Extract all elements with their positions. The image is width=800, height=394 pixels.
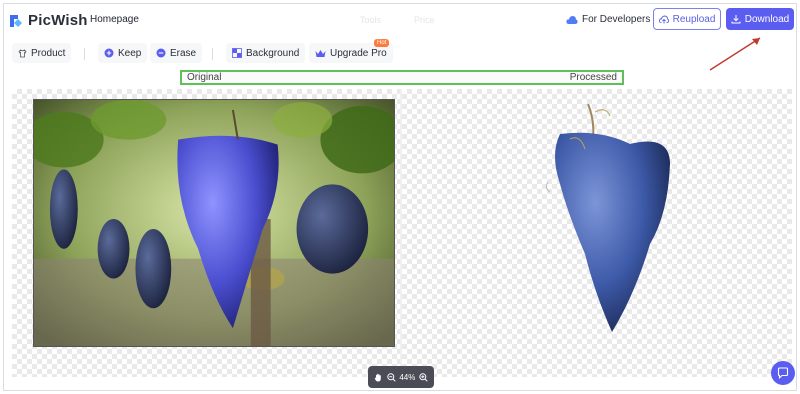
- product-tool[interactable]: Product: [12, 43, 72, 63]
- app-window: PicWish Homepage Tools Price For Develop…: [3, 3, 797, 391]
- zoom-controls: 44%: [368, 366, 434, 388]
- processed-cutout-image: [545, 104, 670, 332]
- download-label: Download: [744, 13, 790, 25]
- compare-labels-bar: Original Processed: [180, 70, 624, 85]
- chat-bubble-icon: [777, 367, 789, 379]
- download-button[interactable]: Download: [726, 8, 794, 30]
- background-tool[interactable]: Background: [226, 43, 306, 63]
- background-icon: [232, 48, 242, 58]
- for-developers-link[interactable]: For Developers: [566, 14, 650, 25]
- upgrade-pro-label: Upgrade Pro: [330, 47, 387, 59]
- chat-support-button[interactable]: [771, 361, 795, 385]
- hand-pan-icon[interactable]: [374, 373, 383, 382]
- brand-logo[interactable]: PicWish: [8, 12, 88, 29]
- original-label: Original: [187, 72, 222, 83]
- keep-plus-icon: [104, 48, 114, 58]
- compare-divider: [400, 89, 402, 377]
- crown-icon: [315, 49, 326, 57]
- top-nav: PicWish Homepage Tools Price For Develop…: [4, 4, 796, 38]
- zoom-out-icon[interactable]: [386, 372, 396, 382]
- picwish-logo-icon: [10, 14, 22, 27]
- reupload-button[interactable]: Reupload: [653, 8, 721, 30]
- keep-tool[interactable]: Keep: [98, 43, 148, 63]
- brand-name: PicWish: [28, 12, 88, 29]
- processed-label: Processed: [569, 72, 617, 83]
- nav-faded-item-1[interactable]: Tools: [360, 15, 381, 25]
- keep-label: Keep: [118, 47, 142, 59]
- nav-faded-item-2[interactable]: Price: [414, 15, 435, 25]
- edit-toolbar: Product Keep Erase Background Upgrade Pr…: [4, 38, 796, 68]
- erase-minus-icon: [156, 48, 166, 58]
- original-photo: [33, 99, 395, 347]
- download-icon: [731, 15, 741, 24]
- erase-label: Erase: [170, 47, 197, 59]
- zoom-in-icon[interactable]: [419, 372, 428, 382]
- hot-badge: Hot: [374, 39, 390, 47]
- toolbar-divider: [84, 48, 85, 60]
- reupload-label: Reupload: [672, 13, 716, 25]
- toolbar-divider: [212, 48, 213, 60]
- zoom-level: 44%: [399, 372, 416, 382]
- product-label: Product: [31, 47, 66, 59]
- nav-homepage-link[interactable]: Homepage: [90, 14, 139, 25]
- for-developers-label: For Developers: [582, 14, 651, 25]
- shirt-icon: [18, 48, 27, 57]
- erase-tool[interactable]: Erase: [150, 43, 203, 63]
- upload-cloud-icon: [658, 15, 669, 23]
- background-label: Background: [246, 47, 300, 59]
- cloud-icon: [566, 15, 578, 24]
